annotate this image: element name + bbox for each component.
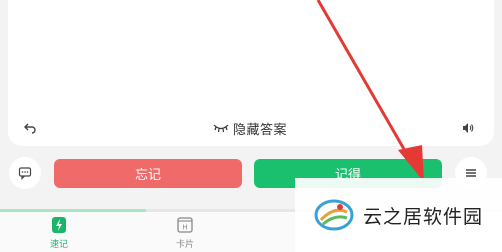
undo-icon[interactable] (22, 121, 38, 137)
speaker-icon[interactable] (460, 121, 476, 137)
svg-text:H: H (182, 224, 187, 232)
watermark-text: 云之居软件园 (363, 205, 484, 228)
watermark: 云之居软件园 (295, 178, 502, 252)
forget-button-label: 忘记 (134, 168, 161, 183)
tab-quick-review[interactable]: 速记 (29, 216, 89, 250)
hide-answer-button[interactable]: 隐藏答案 (213, 118, 287, 138)
comment-icon (18, 167, 32, 180)
watermark-logo (314, 199, 354, 231)
flashcard: 隐藏答案 (8, 0, 494, 146)
hide-answer-label: 隐藏答案 (233, 122, 288, 138)
card-icon: H (177, 217, 193, 233)
eye-closed-icon (213, 124, 229, 133)
comment-button[interactable] (9, 157, 41, 189)
app-screen: 隐藏答案 忘记 记得 速记 H 卡片 云之居软件园 (0, 0, 502, 252)
tab-quick-review-label: 速记 (49, 240, 68, 250)
tab-cards[interactable]: H 卡片 (155, 216, 215, 250)
bolt-icon (52, 217, 66, 233)
tab-cards-label: 卡片 (175, 240, 194, 250)
forget-button[interactable]: 忘记 (54, 159, 242, 188)
